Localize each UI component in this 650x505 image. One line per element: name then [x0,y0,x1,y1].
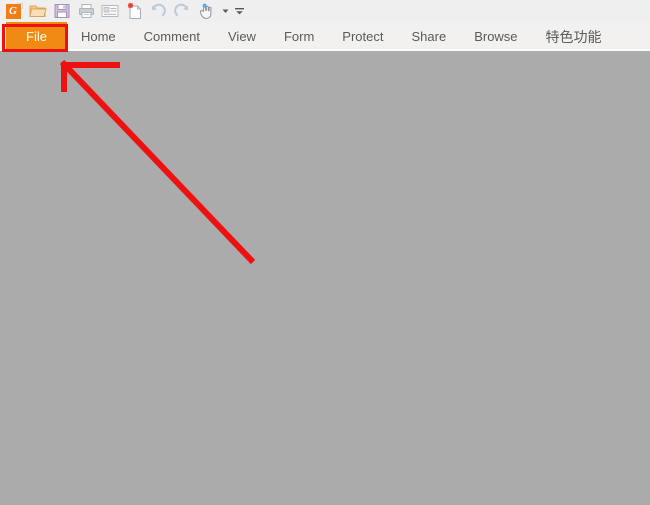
chevron-down-icon[interactable] [218,1,232,21]
tab-protect-label: Protect [342,29,384,44]
hand-tool-icon[interactable] [194,1,218,21]
tab-file-label: File [26,29,47,44]
document-workspace[interactable] [0,51,650,500]
tab-home[interactable]: Home [67,22,130,51]
redo-icon[interactable] [170,1,194,21]
email-icon[interactable] [98,1,122,21]
ribbon-tab-bar: File Home Comment View Form Protect Shar… [0,22,650,51]
tab-share[interactable]: Share [397,22,460,51]
undo-icon[interactable] [146,1,170,21]
tab-share-label: Share [411,29,447,44]
tab-form-label: Form [283,29,315,44]
tab-special-features-label: 特色功能 [545,28,602,45]
tab-view-label: View [228,29,256,44]
tab-view[interactable]: View [214,22,270,51]
customize-toolbar-icon[interactable] [232,1,246,21]
tab-special-features[interactable]: 特色功能 [532,22,616,51]
tab-browse-label: Browse [474,29,518,44]
tab-browse[interactable]: Browse [460,22,531,51]
app-logo-letter: G [9,4,17,17]
print-icon[interactable] [74,1,98,21]
tab-home-label: Home [80,29,116,44]
quick-access-toolbar: G [0,0,650,22]
tab-comment[interactable]: Comment [130,22,214,51]
ribbon-tab-strip: File Home Comment View Form Protect Shar… [0,22,616,51]
tab-comment-label: Comment [143,29,200,44]
tab-file[interactable]: File [6,22,67,51]
application-window: G File Home Comment View Form Protect Sh… [0,0,650,500]
save-icon[interactable] [50,1,74,21]
tab-form[interactable]: Form [270,22,328,51]
app-logo-icon[interactable]: G [2,1,26,21]
open-folder-icon[interactable] [26,1,50,21]
new-from-scanner-icon[interactable] [122,1,146,21]
tab-protect[interactable]: Protect [328,22,397,51]
